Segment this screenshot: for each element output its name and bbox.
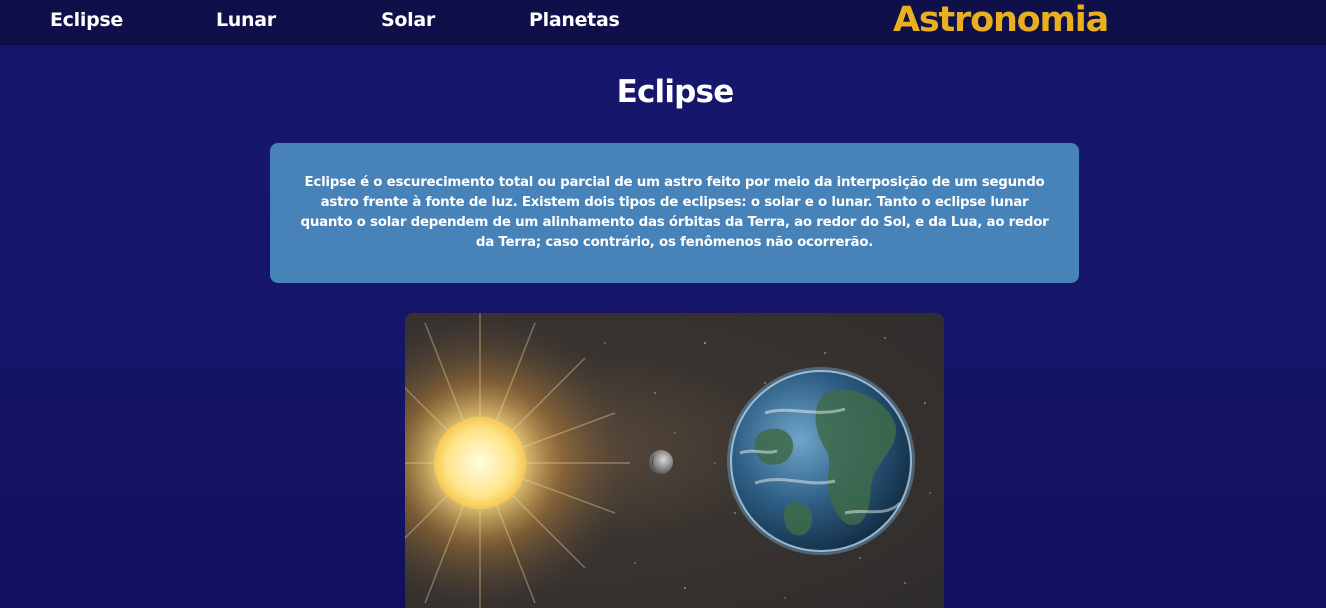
nav-link-solar[interactable]: Solar <box>381 9 435 31</box>
description-text: Eclipse é o escurecimento total ou parci… <box>300 175 1049 250</box>
top-navbar: Eclipse Lunar Solar Planetas Astronomia <box>0 0 1326 45</box>
nav-link-eclipse[interactable]: Eclipse <box>50 9 123 31</box>
nav-link-lunar[interactable]: Lunar <box>216 9 276 31</box>
sun <box>434 417 526 509</box>
page-title: Eclipse <box>616 74 735 110</box>
eclipse-image <box>405 313 944 608</box>
description-card: Eclipse é o escurecimento total ou parci… <box>270 143 1079 283</box>
nav-link-planetas[interactable]: Planetas <box>529 9 620 31</box>
eclipse-illustration <box>405 313 931 608</box>
brand-logo[interactable]: Astronomia <box>893 0 1109 40</box>
